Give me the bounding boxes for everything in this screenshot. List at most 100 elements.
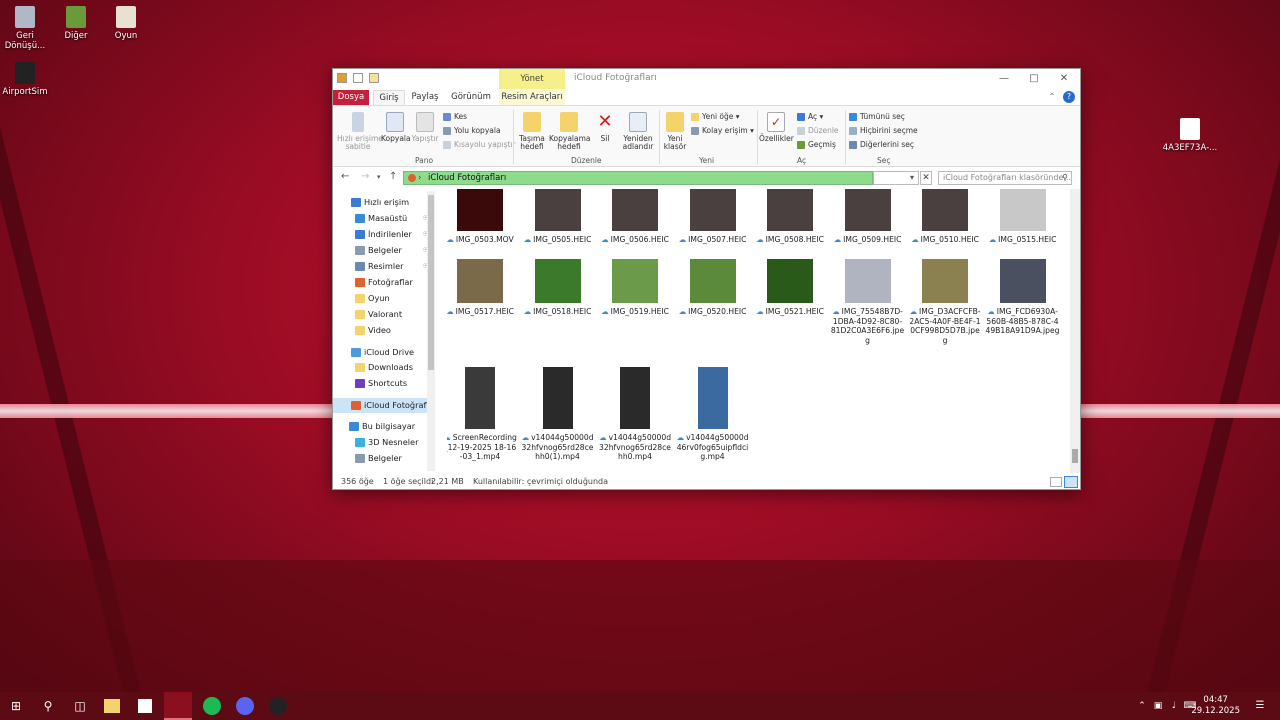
address-dropdown-button[interactable]: ▾ <box>873 171 919 185</box>
file-item[interactable]: ☁ IMG_0519.HEIC <box>598 259 672 317</box>
start-button[interactable]: ⊞ <box>6 696 26 716</box>
paste-shortcut-button[interactable]: Kısayolu yapıştır <box>443 140 516 149</box>
nav-item[interactable]: Resimler ☉ <box>333 259 433 274</box>
file-item[interactable]: ☁ IMG_0506.HEIC <box>598 189 672 245</box>
file-item[interactable]: ☁ IMG_0517.HEIC <box>447 259 517 317</box>
file-item[interactable]: ☁ IMG_0520.HEIC <box>676 259 750 317</box>
forward-button[interactable]: → <box>361 171 369 182</box>
file-explorer-taskbar-icon[interactable] <box>104 699 120 713</box>
nav-item[interactable]: Valorant <box>333 307 433 322</box>
move-to-button[interactable]: Taşıma hedefi <box>517 112 547 151</box>
up-button[interactable]: ↑ <box>389 171 397 182</box>
discord-icon[interactable] <box>236 697 254 715</box>
tab-share[interactable]: Paylaş <box>409 90 441 105</box>
notifications-icon[interactable]: ☰ <box>1250 696 1270 716</box>
spotify-icon[interactable] <box>203 697 221 715</box>
nav-item[interactable]: İndirilenler ☉ <box>333 227 433 242</box>
edit-button[interactable]: Düzenle <box>797 126 839 135</box>
nav-item[interactable]: Shortcuts <box>333 376 433 391</box>
running-app-icon[interactable] <box>164 692 192 720</box>
tab-file[interactable]: Dosya <box>333 90 369 105</box>
file-item[interactable]: ☁ IMG_0510.HEIC <box>908 189 982 245</box>
cloud-icon <box>351 348 361 357</box>
help-icon[interactable]: ? <box>1063 91 1075 103</box>
copy-path-button[interactable]: Yolu kopyala <box>443 126 501 135</box>
address-bar[interactable]: › iCloud Fotoğrafları <box>403 171 873 185</box>
nav-item[interactable]: Fotoğraflar <box>333 275 433 290</box>
properties-qat-icon[interactable] <box>353 73 363 83</box>
select-all-button[interactable]: Tümünü seç <box>849 112 905 121</box>
file-name-text: IMG_0521.HEIC <box>765 307 824 316</box>
invert-selection-button[interactable]: Diğerlerini seç <box>849 140 914 149</box>
new-folder-button[interactable]: Yeni klasör <box>663 112 687 151</box>
collapse-ribbon-icon[interactable]: ⌃ <box>1045 89 1059 105</box>
nav-item[interactable]: iCloud Drive <box>333 345 433 360</box>
file-item[interactable]: ☁ IMG_0509.HEIC <box>831 189 905 245</box>
delete-button[interactable]: ✕ Sil <box>595 112 615 143</box>
file-item[interactable]: ☁ IMG_0521.HEIC <box>753 259 827 317</box>
nav-item[interactable]: Downloads <box>333 360 433 375</box>
file-item[interactable]: ☁ v14044g50000d46rv0fog65uipfldcig.mp4 <box>676 367 750 462</box>
close-button[interactable]: ✕ <box>1049 71 1079 87</box>
recent-locations-icon[interactable]: ▾ <box>377 173 381 181</box>
file-item[interactable]: ☁ v14044g50000d32hfvnog65rd28cehh0.mp4 <box>598 367 672 462</box>
new-item-button[interactable]: Yeni öğe ▾ <box>691 112 740 121</box>
back-button[interactable]: ← <box>341 171 349 182</box>
easy-access-button[interactable]: Kolay erişim ▾ <box>691 126 754 135</box>
tab-view[interactable]: Görünüm <box>449 90 493 105</box>
file-item[interactable]: ☁ IMG_0518.HEIC <box>521 259 595 317</box>
details-view-button[interactable] <box>1050 477 1062 487</box>
file-item[interactable]: ☁ IMG_FCD6930A-560B-48B5-878C-449B18A91D9… <box>986 259 1060 336</box>
search-icon[interactable]: ⚲ <box>38 696 58 716</box>
nav-item[interactable]: Hızlı erişim <box>333 195 433 210</box>
file-name-text: IMG_0517.HEIC <box>455 307 514 316</box>
nav-item[interactable]: 3D Nesneler <box>333 435 433 450</box>
copy-to-button[interactable]: Kopyalama hedefi <box>549 112 591 151</box>
cut-button[interactable]: Kes <box>443 112 467 121</box>
nav-item[interactable]: Oyun <box>333 291 433 306</box>
store-icon[interactable] <box>138 699 152 713</box>
new-folder-qat-icon[interactable] <box>369 73 379 83</box>
nav-item[interactable]: iCloud Fotoğrafları <box>333 398 435 413</box>
file-item[interactable]: ☁ IMG_75548B7D-1DBA-4D92-8C80-81D2C0A3E6F… <box>831 259 905 345</box>
tab-home[interactable]: Giriş <box>373 90 405 105</box>
context-tab-manage[interactable]: Yönet <box>499 69 565 89</box>
paste-button[interactable]: Yapıştır <box>411 112 439 143</box>
file-item[interactable]: ☁ IMG_0507.HEIC <box>676 189 750 245</box>
copy-button[interactable]: Kopyala <box>381 112 411 143</box>
nav-item[interactable]: Belgeler ☉ <box>333 243 433 258</box>
file-item[interactable]: ☁ v14044g50000d32hfvnog65rd28cehh0(1).mp4 <box>521 367 595 462</box>
nav-item[interactable]: Bu bilgisayar <box>333 419 433 434</box>
nav-item[interactable]: Masaüstü ☉ <box>333 211 433 226</box>
clock[interactable]: 04:47 29.12.2025 <box>1191 695 1240 717</box>
content-scrollbar[interactable] <box>1070 189 1080 473</box>
large-icons-view-button[interactable] <box>1064 476 1078 488</box>
properties-button[interactable]: ✓ Özellikler <box>759 112 794 143</box>
nav-item[interactable]: Video <box>333 323 433 338</box>
file-item[interactable]: ☁ IMG_0508.HEIC <box>753 189 827 245</box>
browser-icon[interactable] <box>269 697 287 715</box>
file-item[interactable]: ☁ScreenRecording_12-19-2025 18-16-03_1.m… <box>447 367 517 462</box>
file-item[interactable]: ☁ IMG_0505.HEIC <box>521 189 595 245</box>
desktop-icon[interactable]: AirportSim <box>0 62 55 97</box>
tab-picture-tools[interactable]: Resim Araçları <box>499 90 565 105</box>
rename-button[interactable]: Yeniden adlandır <box>621 112 655 151</box>
maximize-button[interactable]: □ <box>1019 71 1049 87</box>
select-none-button[interactable]: Hiçbirini seçme <box>849 126 918 135</box>
content-scrollbar-thumb[interactable] <box>1072 449 1078 463</box>
minimize-button[interactable]: — <box>989 71 1019 87</box>
desktop-icon[interactable]: Oyun <box>96 6 156 41</box>
nav-item[interactable]: Belgeler <box>333 451 433 466</box>
select-none-icon <box>849 127 857 135</box>
file-item[interactable]: ☁ IMG_0503.MOV <box>447 189 517 245</box>
file-item[interactable]: ☁ IMG_D3ACFCFB-2AC5-4A0F-BE4F-10CF998D5D7… <box>908 259 982 345</box>
nav-scrollbar-thumb[interactable] <box>428 195 434 370</box>
open-button[interactable]: Aç ▾ <box>797 112 823 121</box>
file-item[interactable]: ☁ IMG_0515.HEIC <box>986 189 1060 245</box>
task-view-icon[interactable]: ◫ <box>70 696 90 716</box>
pin-quick-access-button[interactable]: Hızlı erişime sabitle <box>337 112 383 151</box>
desktop-icon[interactable]: 4A3EF73A-... <box>1160 118 1220 153</box>
search-input[interactable]: iCloud Fotoğrafları klasöründe... ⚲ <box>938 171 1072 185</box>
address-clear-button[interactable]: ✕ <box>920 171 932 185</box>
history-button[interactable]: Geçmiş <box>797 140 836 149</box>
